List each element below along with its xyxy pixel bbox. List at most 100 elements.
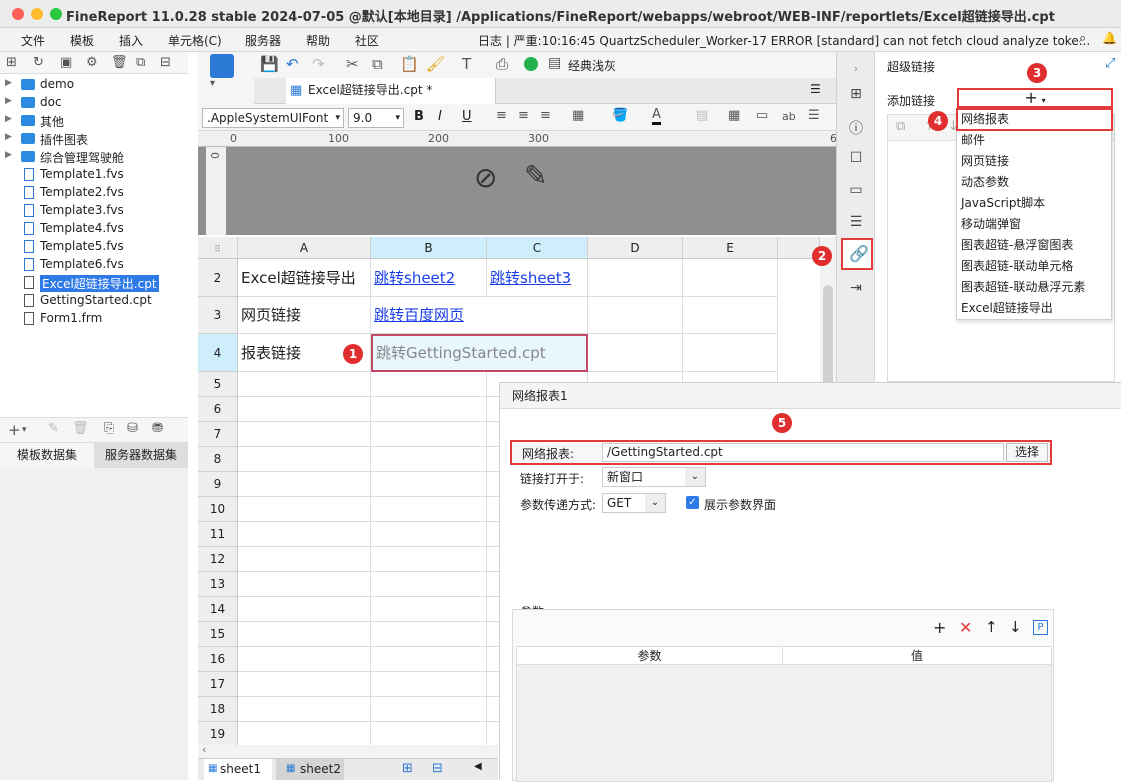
menu-community[interactable]: 社区: [355, 32, 379, 49]
menu-item-email[interactable]: 邮件: [961, 130, 985, 151]
cell-attr-icon[interactable]: ⊞: [847, 86, 865, 102]
save-icon[interactable]: 💾: [260, 55, 279, 73]
wrap-icon[interactable]: ▦: [728, 108, 740, 123]
align-right-icon[interactable]: ≡: [540, 108, 551, 123]
tree-file-template2[interactable]: Template2.fvs: [0, 184, 188, 202]
cell-c2[interactable]: 跳转sheet3: [487, 259, 588, 297]
font-color-icon[interactable]: A: [652, 108, 661, 125]
row-header[interactable]: 18: [198, 697, 238, 722]
font-select[interactable]: .AppleSystemUIFont ▾: [202, 108, 344, 128]
row-header[interactable]: 15: [198, 622, 238, 647]
tree-folder-plugin-charts[interactable]: ▶ 插件图表: [0, 130, 188, 148]
form-icon[interactable]: ☐: [847, 150, 865, 166]
hide-icon[interactable]: ⊘: [474, 161, 497, 194]
row-header[interactable]: 3: [198, 297, 238, 334]
params-table[interactable]: 参数 值: [516, 646, 1052, 782]
sheet-tab-2[interactable]: ▦ sheet2: [276, 759, 344, 780]
tree-file-getting-started[interactable]: GettingStarted.cpt: [0, 292, 188, 310]
bold-button[interactable]: B: [414, 109, 424, 124]
chevron-down-icon[interactable]: ▾: [210, 78, 215, 89]
open-in-select[interactable]: 新窗口 ⌄: [602, 467, 706, 487]
merge-cells-icon[interactable]: ▤: [696, 108, 708, 123]
menu-item-chart-link-float[interactable]: 图表超链-联动悬浮元素: [961, 277, 1085, 298]
tree-file-excel-hyperlink[interactable]: Excel超链接导出.cpt: [0, 274, 188, 292]
edit-dataset-icon[interactable]: ✎: [48, 421, 59, 436]
add-link-button[interactable]: + ▾: [957, 88, 1113, 108]
column-header[interactable]: D: [588, 237, 683, 259]
tree-file-template4[interactable]: Template4.fvs: [0, 220, 188, 238]
tree-file-template3[interactable]: Template3.fvs: [0, 202, 188, 220]
cell-b4[interactable]: 跳转GettingStarted.cpt: [371, 334, 588, 372]
tree-file-template5[interactable]: Template5.fvs: [0, 238, 188, 256]
menu-item-chart-link-cell[interactable]: 图表超链-联动单元格: [961, 256, 1073, 277]
move-param-down-icon[interactable]: ↓: [1009, 618, 1022, 636]
fill-color-icon[interactable]: 🪣: [612, 108, 628, 123]
cell-a2[interactable]: Excel超链接导出: [238, 259, 371, 297]
format-painter-icon[interactable]: 🖌: [426, 55, 445, 73]
menu-insert[interactable]: 插入: [119, 32, 143, 49]
delete-icon[interactable]: 🗑: [111, 55, 128, 70]
tree-folder-other[interactable]: ▶ 其他: [0, 112, 188, 130]
delete-dataset-icon[interactable]: 🗑: [72, 421, 89, 436]
report-path-input[interactable]: /GettingStarted.cpt: [602, 443, 1004, 462]
tree-folder-demo[interactable]: ▶ demo: [0, 76, 188, 94]
tree-folder-cockpit[interactable]: ▶ 综合管理驾驶舱: [0, 148, 188, 166]
add-param-icon[interactable]: +: [933, 618, 946, 637]
show-params-checkbox[interactable]: ✓: [686, 496, 699, 509]
new-file-icon[interactable]: ⊞: [6, 55, 17, 70]
column-header[interactable]: C: [487, 237, 588, 259]
collapse-icon[interactable]: ⊟: [160, 55, 171, 70]
expand-arrow-icon[interactable]: ▶: [5, 78, 12, 88]
row-header[interactable]: 4: [198, 334, 238, 372]
tree-file-template6[interactable]: Template6.fvs: [0, 256, 188, 274]
search-icon[interactable]: ⌕: [1079, 31, 1086, 46]
text-icon[interactable]: T: [462, 55, 471, 73]
dropdown-arrow-icon[interactable]: ▾: [22, 425, 27, 435]
expand-arrow-icon[interactable]: ▶: [5, 114, 12, 124]
row-header[interactable]: 17: [198, 672, 238, 697]
notification-bell-icon[interactable]: 🔔: [1102, 31, 1117, 45]
add-dataset-icon[interactable]: +: [8, 421, 21, 439]
font-size-select[interactable]: 9.0 ▾: [348, 108, 404, 128]
check-icon[interactable]: [524, 57, 538, 71]
cell-a3[interactable]: 网页链接: [238, 297, 371, 334]
menu-item-mobile-popup[interactable]: 移动端弹窗: [961, 214, 1021, 235]
menu-template[interactable]: 模板: [70, 32, 94, 49]
row-header[interactable]: 13: [198, 572, 238, 597]
tree-folder-doc[interactable]: ▶ doc: [0, 94, 188, 112]
copy-icon[interactable]: ⧉: [136, 55, 145, 70]
more-format-icon[interactable]: ☰: [808, 108, 820, 123]
scroll-left-icon[interactable]: ‹: [202, 743, 206, 756]
border-icon[interactable]: ▦: [572, 108, 584, 123]
theme-label[interactable]: 经典浅灰: [568, 57, 616, 74]
row-header[interactable]: 6: [198, 397, 238, 422]
row-header[interactable]: 8: [198, 447, 238, 472]
align-left-icon[interactable]: ≡: [496, 108, 507, 123]
expand-arrow-icon[interactable]: ▶: [5, 150, 12, 160]
cell-e2[interactable]: [683, 259, 778, 297]
delete-param-icon[interactable]: ✕: [959, 618, 972, 637]
param-method-select[interactable]: GET ⌄: [602, 493, 666, 513]
add-chart-sheet-icon[interactable]: ⊟: [432, 761, 443, 776]
tree-file-form1[interactable]: Form1.frm: [0, 310, 188, 328]
column-header[interactable]: E: [683, 237, 778, 259]
add-sheet-icon[interactable]: ⊞: [402, 761, 413, 776]
menu-file[interactable]: 文件: [21, 32, 45, 49]
cell-icon[interactable]: ▭: [756, 108, 768, 123]
edit-pencil-icon[interactable]: ✎: [524, 159, 547, 192]
paste-icon[interactable]: 📋: [400, 55, 419, 73]
horizontal-scrollbar[interactable]: ‹: [198, 743, 498, 758]
param-p-icon[interactable]: P: [1033, 620, 1048, 635]
widget-icon[interactable]: ▭: [847, 182, 865, 198]
menu-server[interactable]: 服务器: [245, 32, 281, 49]
cell-d4[interactable]: [588, 334, 683, 372]
sheet-tab-1[interactable]: ▦ sheet1: [204, 759, 272, 780]
cell-d2[interactable]: [588, 259, 683, 297]
column-header[interactable]: A: [238, 237, 371, 259]
condition-icon[interactable]: ☰: [847, 214, 865, 230]
expand-icon[interactable]: ⤢: [1105, 56, 1115, 71]
row-header[interactable]: 11: [198, 522, 238, 547]
column-header[interactable]: B: [371, 237, 487, 259]
row-header[interactable]: 16: [198, 647, 238, 672]
row-header[interactable]: 12: [198, 547, 238, 572]
